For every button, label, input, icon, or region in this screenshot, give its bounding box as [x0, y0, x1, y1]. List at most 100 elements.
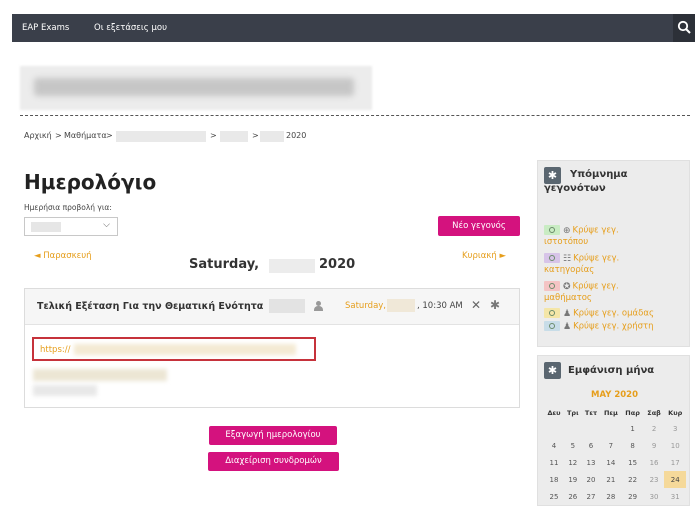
event-time: , 10:30 AM — [417, 301, 463, 311]
calendar-day[interactable]: 5 — [564, 437, 582, 454]
month-view-title: Εμφάνιση μήνα — [568, 365, 655, 376]
previous-day-link[interactable]: ◄ Παρασκευή — [34, 251, 92, 261]
legend-row[interactable]: ☷ Κρύψε γεγ. κατηγορίας — [544, 253, 689, 276]
weekday-header: Δευ — [547, 409, 561, 417]
calendar-day[interactable]: 11 — [544, 454, 564, 471]
search-icon — [677, 20, 691, 34]
gear-icon[interactable]: ✱ — [490, 298, 500, 312]
calendar-day[interactable]: 15 — [621, 454, 643, 471]
legend-label: Κρύψε γεγ. — [573, 253, 620, 264]
new-event-button[interactable]: Νέο γεγονός — [438, 216, 520, 236]
manage-subscriptions-button[interactable]: Διαχείριση συνδρομών — [208, 452, 339, 471]
header-divider — [20, 115, 690, 116]
breadcrumb-sep: > — [106, 131, 113, 140]
breadcrumb-year[interactable]: 2020 — [286, 131, 306, 140]
calendar-day[interactable]: 31 — [664, 488, 686, 505]
legend-row[interactable]: ⊕ Κρύψε γεγ. ιστοτόπου — [544, 225, 689, 248]
breadcrumb-sep: > — [55, 131, 62, 140]
calendar-day[interactable]: 20 — [582, 471, 601, 488]
calendar-day[interactable]: 21 — [600, 471, 621, 488]
weekday-header: Σαβ — [647, 409, 661, 417]
calendar-day[interactable]: 28 — [600, 488, 621, 505]
event-date[interactable]: Saturday, — [345, 301, 386, 311]
calendar-day[interactable]: 18 — [544, 471, 564, 488]
calendar-day[interactable]: 27 — [582, 488, 601, 505]
next-day-link[interactable]: Κυριακή ► — [462, 251, 506, 261]
my-exams-link[interactable]: Οι εξετάσεις μου — [94, 14, 167, 42]
calendar-day[interactable]: 13 — [582, 454, 601, 471]
legend-label: Κρύψε γεγ. ομάδας — [573, 308, 654, 319]
selected-course-redacted — [31, 222, 61, 232]
block-settings-icon[interactable]: ✱ — [544, 362, 561, 379]
calendar-day[interactable]: 25 — [544, 488, 564, 505]
calendar-day[interactable]: 2 — [644, 420, 665, 437]
event-description-redacted — [33, 369, 167, 381]
calendar-day[interactable]: 19 — [564, 471, 582, 488]
calendar-day[interactable]: 30 — [644, 488, 665, 505]
day-heading-redacted — [269, 259, 315, 273]
calendar-day[interactable]: 8 — [621, 437, 643, 454]
calendar-day[interactable]: 22 — [621, 471, 643, 488]
calendar-day[interactable]: 1 — [621, 420, 643, 437]
legend-row[interactable]: ✪ Κρύψε γεγ. μαθήματος — [544, 281, 689, 304]
breadcrumb-sep: > — [210, 131, 217, 140]
events-legend-block: ✱ Υπόμνημα γεγονότων ⊕ Κρύψε γεγ. ιστοτόπο… — [537, 160, 690, 347]
event-link-highlight: https:// — [32, 337, 316, 361]
breadcrumb-redacted[interactable] — [260, 131, 284, 142]
calendar-day[interactable]: 17 — [664, 454, 686, 471]
brand-link[interactable]: EAP Exams — [22, 14, 69, 42]
event-link-redacted[interactable] — [74, 344, 296, 355]
calendar-day[interactable]: 14 — [600, 454, 621, 471]
month-view-block: ✱ Εμφάνιση μήνα MAY 2020 Δευ Τρι Τετ Πεμ Παρ… — [537, 355, 690, 506]
day-view-select[interactable]: ⌵ — [24, 217, 118, 236]
calendar-day — [564, 420, 582, 437]
breadcrumb-sep: > — [252, 131, 259, 140]
calendar-day[interactable]: 12 — [564, 454, 582, 471]
event-type-icon: ⊕ — [563, 225, 571, 236]
legend-row[interactable]: ♟ Κρύψε γεγ. ομάδας — [544, 308, 689, 320]
calendar-day[interactable]: 6 — [582, 437, 601, 454]
top-navbar: EAP Exams Οι εξετάσεις μου — [12, 14, 695, 42]
eye-icon — [544, 253, 560, 263]
event-header: Τελική Εξέταση Για την Θεματική Ενότητα … — [25, 289, 519, 325]
calendar-day[interactable]: 24 — [664, 471, 686, 488]
search-button[interactable] — [673, 14, 695, 42]
eye-icon — [544, 281, 560, 291]
breadcrumb-home[interactable]: Αρχική — [24, 131, 52, 140]
eye-icon — [544, 321, 560, 331]
event-type-icon: ☷ — [563, 253, 572, 264]
calendar-day[interactable]: 16 — [644, 454, 665, 471]
breadcrumb-redacted[interactable] — [220, 131, 248, 142]
breadcrumb-redacted[interactable] — [116, 131, 206, 142]
calendar-day[interactable]: 9 — [644, 437, 665, 454]
event-type-icon: ♟ — [563, 308, 572, 319]
legend-row[interactable]: ♟ Κρύψε γεγ. χρήστη — [544, 321, 689, 333]
event-title[interactable]: Τελική Εξέταση Για την Θεματική Ενότητα — [37, 301, 263, 312]
event-type-icon: ✪ — [563, 281, 571, 292]
event-title-redacted — [269, 299, 305, 313]
legend-label: Κρύψε γεγ. — [572, 281, 619, 292]
legend-label-cont: κατηγορίας — [544, 264, 595, 275]
calendar-day[interactable]: 10 — [664, 437, 686, 454]
calendar-day[interactable]: 29 — [621, 488, 643, 505]
event-card: Τελική Εξέταση Για την Θεματική Ενότητα … — [24, 288, 520, 408]
legend-title: Υπόμνημα γεγονότων — [544, 169, 628, 194]
event-link[interactable]: https:// — [40, 345, 70, 355]
redacted-text — [34, 78, 354, 96]
page-title: Ημερολόγιο — [24, 170, 157, 194]
calendar-day[interactable]: 7 — [600, 437, 621, 454]
delete-event-icon[interactable]: ✕ — [471, 298, 481, 312]
calendar-day[interactable]: 23 — [644, 471, 665, 488]
breadcrumb-courses[interactable]: Μαθήματα — [64, 131, 107, 140]
event-date-redacted — [387, 299, 415, 312]
calendar-day[interactable]: 3 — [664, 420, 686, 437]
weekday-header: Τετ — [584, 409, 598, 417]
weekday-header: Παρ — [625, 409, 640, 417]
export-calendar-button[interactable]: Εξαγωγή ημερολογίου — [209, 426, 337, 445]
course-header-redacted — [20, 66, 372, 110]
calendar-day[interactable]: 4 — [544, 437, 564, 454]
calendar-day — [544, 420, 564, 437]
calendar-day[interactable]: 26 — [564, 488, 582, 505]
month-label[interactable]: MAY 2020 — [538, 390, 691, 400]
legend-label-cont: ιστοτόπου — [544, 236, 589, 247]
